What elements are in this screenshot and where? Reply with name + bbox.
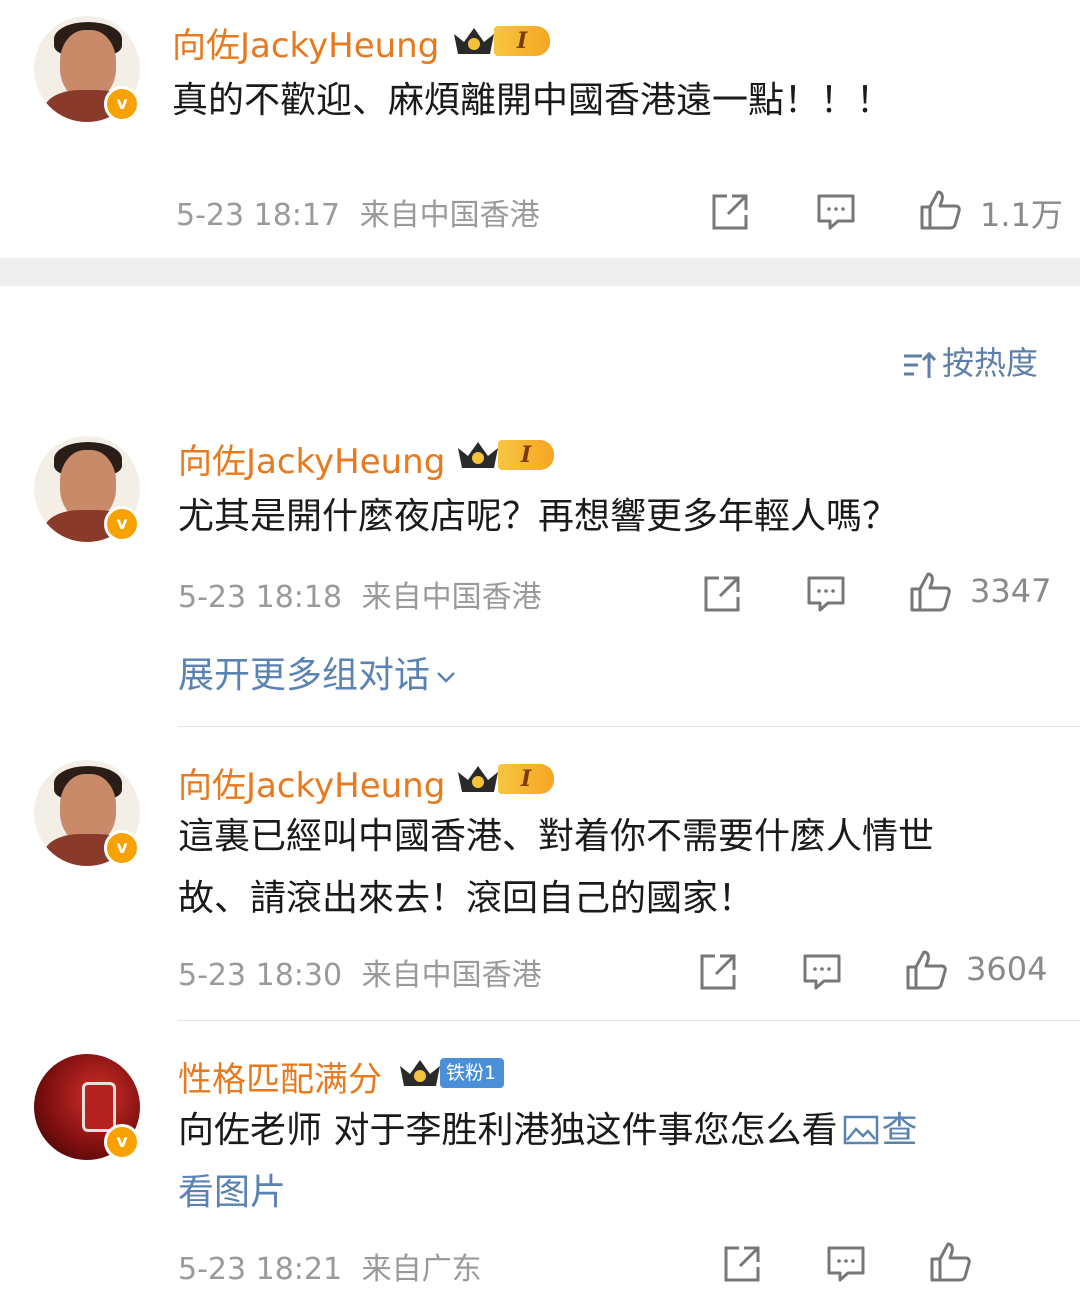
timestamp: 5-23 18:30 — [178, 958, 343, 993]
level-badge: I — [498, 764, 554, 794]
section-divider — [0, 258, 1080, 286]
timestamp: 5-23 18:21 — [178, 1252, 343, 1287]
thumbs-up-icon — [906, 950, 947, 990]
comment-text-line-1: 向佐老师 对于李胜利港独这件事您怎么看 查 — [178, 1100, 917, 1162]
share-button[interactable] — [702, 574, 742, 614]
location: 来自中国香港 — [361, 958, 542, 993]
like-button[interactable] — [908, 570, 952, 614]
share-icon — [704, 576, 740, 612]
level-badge: I — [498, 440, 554, 470]
timestamp: 5-23 18:18 — [178, 580, 343, 615]
verified-icon: v — [104, 506, 140, 542]
comment-time: 5-23 18:17 来自中国香港 — [176, 190, 540, 234]
like-button[interactable] — [904, 948, 948, 992]
verified-icon: v — [104, 1124, 140, 1160]
reply-button[interactable] — [816, 192, 856, 232]
sort-label: 按热度 — [941, 344, 1038, 382]
expand-label: 展开更多组对话 — [178, 655, 431, 696]
crown-icon — [458, 766, 498, 792]
sort-toggle[interactable]: 按热度 — [902, 338, 1038, 384]
comment-text-line-2: 故、請滾出來去！滾回自己的國家！ — [178, 878, 755, 919]
like-button[interactable] — [918, 188, 962, 232]
chevron-down-icon — [437, 672, 455, 683]
like-count: 1.1万 — [980, 196, 1063, 234]
like-button[interactable] — [928, 1240, 972, 1284]
thumbs-up-icon — [910, 572, 951, 612]
share-icon — [712, 194, 748, 230]
view-image-link-cont[interactable]: 看图片 — [178, 1162, 286, 1224]
level-badge: I — [494, 26, 550, 56]
reply-button[interactable] — [802, 952, 842, 992]
crown-icon — [454, 28, 494, 54]
location: 来自广东 — [361, 1252, 482, 1287]
divider — [178, 726, 1080, 727]
verified-icon: v — [104, 830, 140, 866]
timestamp: 5-23 18:17 — [176, 198, 341, 233]
comment-time: 5-23 18:21 来自广东 — [178, 1244, 482, 1288]
share-button[interactable] — [710, 192, 750, 232]
share-button[interactable] — [698, 952, 738, 992]
fan-badge: 铁粉1 — [440, 1058, 505, 1088]
crown-icon — [400, 1060, 440, 1086]
share-icon — [700, 954, 736, 990]
comment-text: 向佐老师 对于李胜利港独这件事您怎么看 — [178, 1110, 838, 1151]
comment-text: 真的不歡迎、麻煩離開中國香港遠一點！！！ — [172, 80, 893, 121]
comment-icon — [827, 1246, 865, 1282]
share-button[interactable] — [722, 1244, 762, 1284]
sort-icon — [903, 351, 936, 378]
username[interactable]: 向佐JackyHeung — [178, 434, 445, 483]
reply-button[interactable] — [806, 574, 846, 614]
like-count: 3347 — [970, 572, 1052, 610]
username[interactable]: 向佐JackyHeung — [178, 758, 445, 807]
divider — [178, 1020, 1080, 1021]
view-image-link[interactable]: 查 — [837, 1110, 917, 1151]
comment-time: 5-23 18:30 来自中国香港 — [178, 950, 542, 994]
username[interactable]: 向佐JackyHeung — [172, 18, 439, 67]
comment-icon — [807, 576, 845, 612]
share-icon — [724, 1246, 760, 1282]
username[interactable]: 性格匹配满分 — [178, 1052, 382, 1101]
comment-text-line-1: 這裏已經叫中國香港、對着你不需要什麼人情世 — [178, 816, 935, 857]
comment-time: 5-23 18:18 来自中国香港 — [178, 572, 542, 616]
thumbs-up-icon — [930, 1242, 971, 1282]
reply-button[interactable] — [826, 1244, 866, 1284]
comment-icon — [803, 954, 841, 990]
comment-text: 尤其是開什麼夜店呢？再想響更多年輕人嗎？ — [178, 496, 899, 537]
image-icon — [844, 1115, 879, 1145]
location: 来自中国香港 — [361, 580, 542, 615]
like-count: 3604 — [966, 950, 1048, 988]
thumbs-up-icon — [920, 190, 961, 230]
location: 来自中国香港 — [359, 198, 540, 233]
comment-icon — [817, 194, 855, 230]
expand-conversation-link[interactable]: 展开更多组对话 — [178, 646, 458, 698]
view-image-label: 查 — [881, 1110, 918, 1151]
crown-icon — [458, 442, 498, 468]
verified-icon: v — [104, 86, 140, 122]
